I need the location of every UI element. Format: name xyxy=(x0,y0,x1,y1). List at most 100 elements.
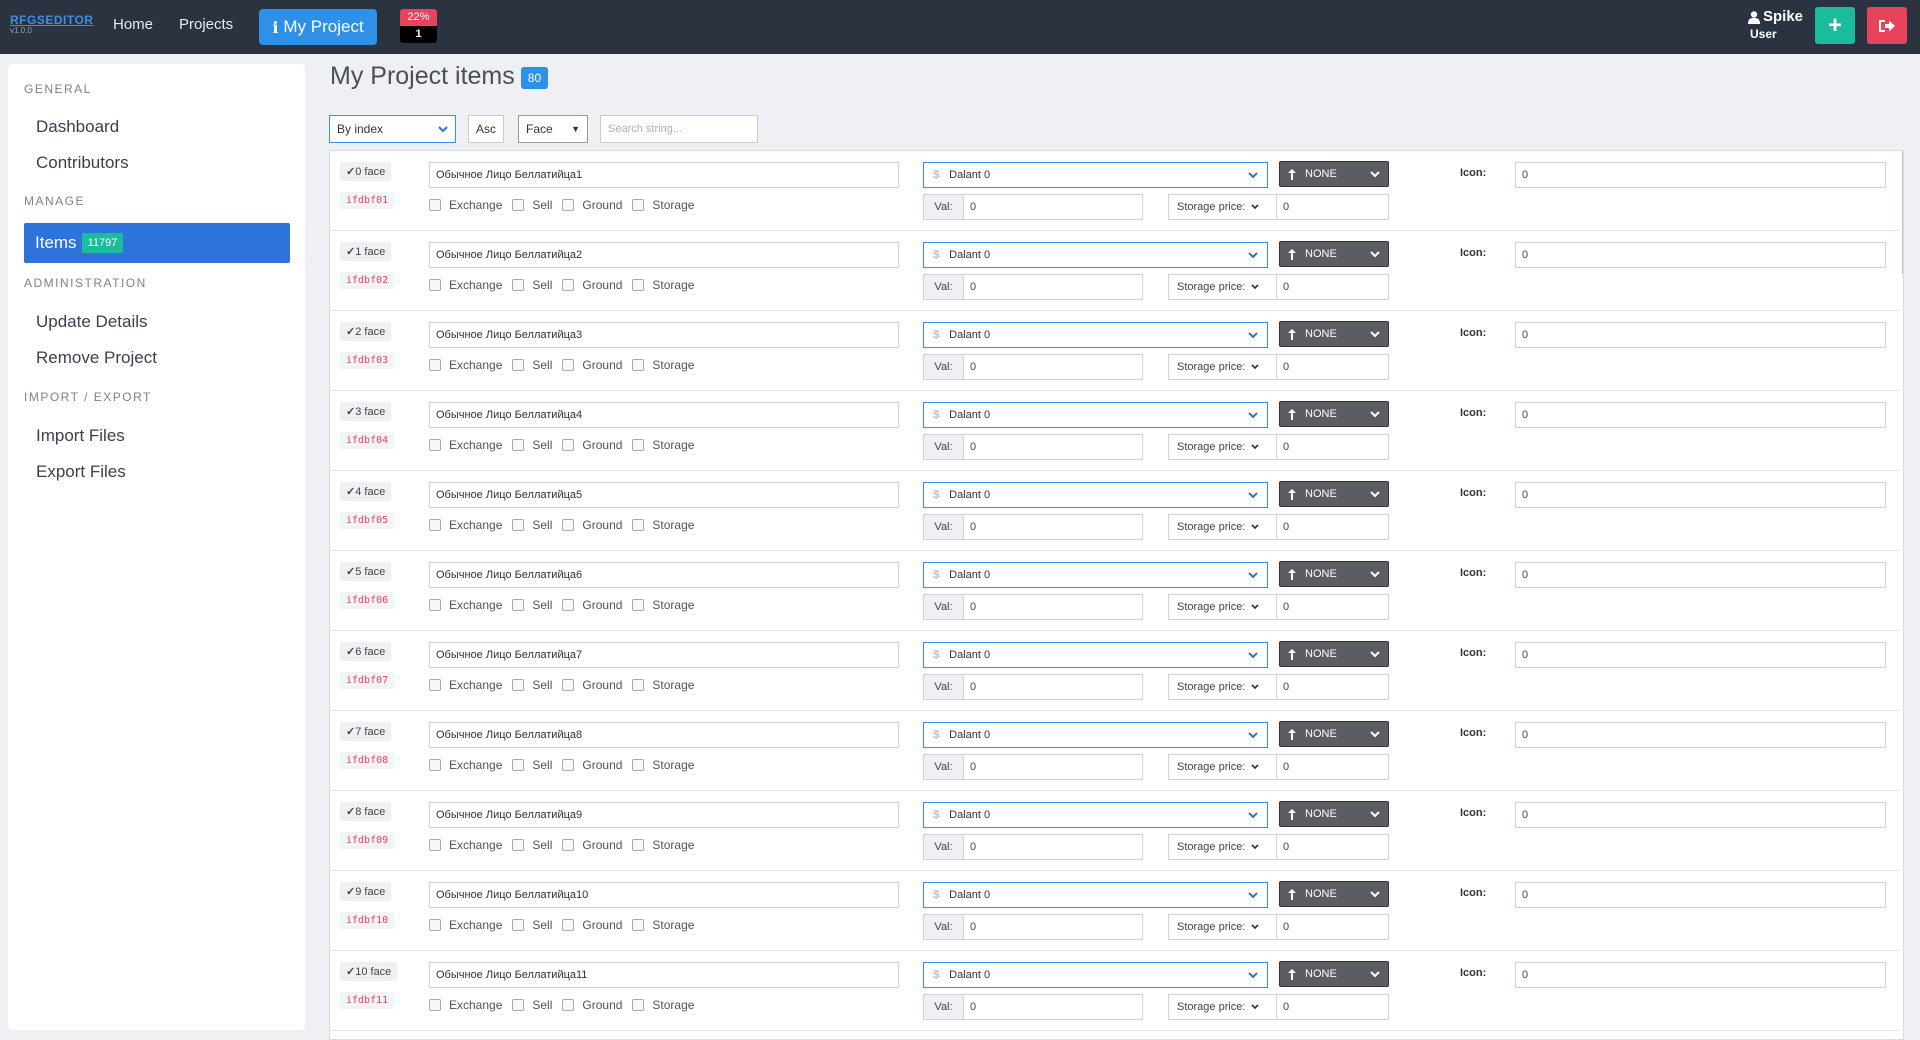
icon-input[interactable]: 0 xyxy=(1515,722,1886,748)
ground-checkbox[interactable] xyxy=(562,999,575,1011)
storage-price-input[interactable]: 0 xyxy=(1276,354,1389,380)
storage-checkbox[interactable] xyxy=(632,519,645,531)
brand-name[interactable]: RFGSEDITOR xyxy=(10,14,93,26)
equip-slot-select[interactable]: NONE xyxy=(1279,241,1389,267)
exchange-checkbox[interactable] xyxy=(429,999,441,1011)
storage-price-select[interactable]: Storage price: xyxy=(1168,674,1276,700)
ground-checkbox[interactable] xyxy=(562,599,575,611)
storage-price-select[interactable]: Storage price: xyxy=(1168,194,1276,220)
currency-select[interactable]: $ Dalant 0 xyxy=(923,802,1268,828)
sort-by-select[interactable]: By index xyxy=(329,115,456,143)
sell-checkbox[interactable] xyxy=(512,599,525,611)
sell-checkbox[interactable] xyxy=(512,919,525,931)
currency-select[interactable]: $ Dalant 0 xyxy=(923,882,1268,908)
search-input[interactable]: Search string... xyxy=(600,115,758,143)
item-name-input[interactable]: Обычное Лицо Беллатийца5 xyxy=(429,482,899,508)
storage-checkbox[interactable] xyxy=(632,599,645,611)
equip-slot-select[interactable]: NONE xyxy=(1279,161,1389,187)
currency-select[interactable]: $ Dalant 0 xyxy=(923,962,1268,988)
storage-checkbox[interactable] xyxy=(632,679,645,691)
exchange-checkbox[interactable] xyxy=(429,839,441,851)
ground-checkbox[interactable] xyxy=(562,919,575,931)
val-input[interactable]: 0 xyxy=(963,834,1143,860)
item-name-input[interactable]: Обычное Лицо Беллатийца2 xyxy=(429,242,899,268)
storage-checkbox[interactable] xyxy=(632,759,645,771)
item-name-input[interactable]: Обычное Лицо Беллатийца6 xyxy=(429,562,899,588)
sell-checkbox[interactable] xyxy=(512,999,525,1011)
sidebar-item-export-files[interactable]: Export Files xyxy=(36,462,126,482)
sell-checkbox[interactable] xyxy=(512,839,525,851)
val-input[interactable]: 0 xyxy=(963,434,1143,460)
storage-price-input[interactable]: 0 xyxy=(1276,754,1389,780)
storage-price-select[interactable]: Storage price: xyxy=(1168,354,1276,380)
item-name-input[interactable]: Обычное Лицо Беллатийца11 xyxy=(429,962,899,988)
storage-price-input[interactable]: 0 xyxy=(1276,194,1389,220)
nav-projects-link[interactable]: Projects xyxy=(179,16,233,33)
sell-checkbox[interactable] xyxy=(512,359,525,371)
icon-input[interactable]: 0 xyxy=(1515,962,1886,988)
sidebar-item-items[interactable]: Items 11797 xyxy=(24,223,290,263)
item-name-input[interactable]: Обычное Лицо Беллатийца10 xyxy=(429,882,899,908)
storage-price-input[interactable]: 0 xyxy=(1276,514,1389,540)
val-input[interactable]: 0 xyxy=(963,994,1143,1020)
storage-price-input[interactable]: 0 xyxy=(1276,994,1389,1020)
ground-checkbox[interactable] xyxy=(562,279,575,291)
exchange-checkbox[interactable] xyxy=(429,279,441,291)
item-name-input[interactable]: Обычное Лицо Беллатийца8 xyxy=(429,722,899,748)
equip-slot-select[interactable]: NONE xyxy=(1279,641,1389,667)
exchange-checkbox[interactable] xyxy=(429,759,441,771)
sidebar-item-update-details[interactable]: Update Details xyxy=(36,312,148,332)
equip-slot-select[interactable]: NONE xyxy=(1279,321,1389,347)
sell-checkbox[interactable] xyxy=(512,679,525,691)
item-name-input[interactable]: Обычное Лицо Беллатийца4 xyxy=(429,402,899,428)
sell-checkbox[interactable] xyxy=(512,439,525,451)
icon-input[interactable]: 0 xyxy=(1515,242,1886,268)
logout-button[interactable] xyxy=(1867,7,1907,44)
storage-checkbox[interactable] xyxy=(632,839,645,851)
val-input[interactable]: 0 xyxy=(963,514,1143,540)
storage-price-select[interactable]: Storage price: xyxy=(1168,994,1276,1020)
storage-price-select[interactable]: Storage price: xyxy=(1168,434,1276,460)
exchange-checkbox[interactable] xyxy=(429,359,441,371)
item-name-input[interactable]: Обычное Лицо Беллатийца9 xyxy=(429,802,899,828)
exchange-checkbox[interactable] xyxy=(429,199,441,211)
val-input[interactable]: 0 xyxy=(963,194,1143,220)
ground-checkbox[interactable] xyxy=(562,839,575,851)
sell-checkbox[interactable] xyxy=(512,199,525,211)
ground-checkbox[interactable] xyxy=(562,199,575,211)
currency-select[interactable]: $ Dalant 0 xyxy=(923,402,1268,428)
user-menu[interactable]: Spike User xyxy=(1748,8,1803,42)
ground-checkbox[interactable] xyxy=(562,519,575,531)
sort-order-button[interactable]: Asc xyxy=(468,115,504,143)
icon-input[interactable]: 0 xyxy=(1515,562,1886,588)
storage-price-input[interactable]: 0 xyxy=(1276,674,1389,700)
equip-slot-select[interactable]: NONE xyxy=(1279,961,1389,987)
val-input[interactable]: 0 xyxy=(963,914,1143,940)
equip-slot-select[interactable]: NONE xyxy=(1279,481,1389,507)
ground-checkbox[interactable] xyxy=(562,439,575,451)
sidebar-item-contributors[interactable]: Contributors xyxy=(36,153,129,173)
exchange-checkbox[interactable] xyxy=(429,599,441,611)
currency-select[interactable]: $ Dalant 0 xyxy=(923,322,1268,348)
currency-select[interactable]: $ Dalant 0 xyxy=(923,482,1268,508)
storage-price-input[interactable]: 0 xyxy=(1276,594,1389,620)
equip-slot-select[interactable]: NONE xyxy=(1279,881,1389,907)
nav-home-link[interactable]: Home xyxy=(113,16,153,33)
item-type-select[interactable]: Face ▼ xyxy=(518,115,588,143)
storage-checkbox[interactable] xyxy=(632,439,645,451)
storage-price-select[interactable]: Storage price: xyxy=(1168,594,1276,620)
storage-checkbox[interactable] xyxy=(632,999,645,1011)
storage-price-select[interactable]: Storage price: xyxy=(1168,914,1276,940)
val-input[interactable]: 0 xyxy=(963,594,1143,620)
sell-checkbox[interactable] xyxy=(512,279,525,291)
icon-input[interactable]: 0 xyxy=(1515,802,1886,828)
currency-select[interactable]: $ Dalant 0 xyxy=(923,562,1268,588)
sidebar-item-remove-project[interactable]: Remove Project xyxy=(36,348,157,368)
ground-checkbox[interactable] xyxy=(562,759,575,771)
item-name-input[interactable]: Обычное Лицо Беллатийца7 xyxy=(429,642,899,668)
icon-input[interactable]: 0 xyxy=(1515,482,1886,508)
exchange-checkbox[interactable] xyxy=(429,679,441,691)
nav-my-project-button[interactable]: i My Project xyxy=(259,9,377,45)
ground-checkbox[interactable] xyxy=(562,679,575,691)
equip-slot-select[interactable]: NONE xyxy=(1279,401,1389,427)
